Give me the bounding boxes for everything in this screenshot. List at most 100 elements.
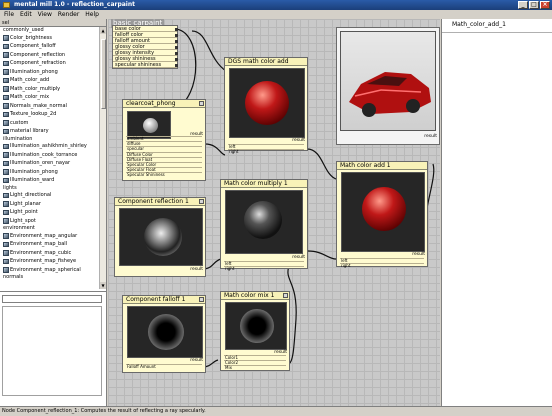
wire <box>204 143 226 156</box>
tree-item-label: Component_reflection <box>10 51 66 58</box>
node-math-color-add[interactable]: Math color add 1 result left right <box>336 161 428 268</box>
node-port-list: left right <box>228 144 304 154</box>
node-title: DGS math color add <box>225 58 307 66</box>
wire <box>306 148 337 180</box>
tree-item[interactable]: Component_falloff <box>0 42 99 51</box>
shader-node-icon <box>3 209 9 215</box>
menu-edit[interactable]: Edit <box>20 10 32 19</box>
output-pin-icon[interactable] <box>175 51 178 55</box>
output-pin-icon[interactable] <box>175 57 178 61</box>
output-pin-icon[interactable] <box>175 45 178 49</box>
node-collapse-icon[interactable] <box>199 101 204 106</box>
node-result: result <box>292 255 305 260</box>
output-pin-icon[interactable] <box>175 27 178 31</box>
tree-item[interactable]: Texture_lookup_2d <box>0 110 99 119</box>
node-input-port[interactable]: right <box>228 149 304 154</box>
app-icon <box>3 2 10 8</box>
menu-file[interactable]: File <box>4 10 14 19</box>
tree-category[interactable]: normals <box>0 274 99 281</box>
output-pin-icon[interactable] <box>175 33 178 37</box>
library-scrollbar[interactable]: ▲ ▼ <box>99 27 106 289</box>
node-input-port[interactable]: right <box>224 266 304 271</box>
node-input-port[interactable]: Falloff Amount <box>126 364 202 369</box>
shader-node-icon <box>3 111 9 117</box>
shader-node-icon <box>3 267 9 273</box>
shader-node-icon <box>3 43 9 49</box>
node-collapse-icon[interactable] <box>199 199 204 204</box>
node-collapse-icon[interactable] <box>199 297 204 302</box>
graph-canvas[interactable]: basic carpaint base color falloff color fa… <box>108 19 440 406</box>
tree-item[interactable]: Light_planar <box>0 200 99 209</box>
node-math-color-multiply[interactable]: Math color multiply 1 result left right <box>220 179 308 271</box>
tree-item-label: Environment_map_ball <box>10 241 68 247</box>
shader-node-icon <box>3 169 9 175</box>
menu-help[interactable]: Help <box>85 10 99 19</box>
tree-item-label: Math_color_multiply <box>10 85 61 92</box>
tree-item[interactable]: Environment_map_angular <box>0 232 99 241</box>
tree-item[interactable]: Illumination_oren_nayar <box>0 159 99 168</box>
tree-item[interactable]: Light_spot <box>0 217 99 226</box>
menu-bar: File Edit View Render Help <box>0 10 552 19</box>
tree-item[interactable]: Component_reflection <box>0 51 99 60</box>
parameter-row[interactable]: specular shininess <box>113 62 178 68</box>
node-result: result <box>190 358 203 363</box>
tree-item-label: Component_falloff <box>10 43 56 49</box>
tree-item-label: Light_directional <box>10 192 52 198</box>
close-button[interactable]: × <box>540 1 550 9</box>
scroll-down-arrow-icon[interactable]: ▼ <box>100 282 106 289</box>
tree-item[interactable]: Math_color_add <box>0 76 99 85</box>
node-input-port[interactable]: Mix <box>224 365 286 370</box>
tree-item[interactable]: Illumination_cook_torrance <box>0 151 99 160</box>
scroll-up-arrow-icon[interactable]: ▲ <box>100 27 106 34</box>
tree-item[interactable]: Math_color_multiply <box>0 85 99 94</box>
tree-item[interactable]: Color_brightness <box>0 34 99 43</box>
node-render-preview[interactable]: result <box>336 27 440 145</box>
node-input-port[interactable]: Specular Shininess <box>126 172 202 177</box>
library-filter-field[interactable] <box>2 295 102 303</box>
tree-item[interactable]: Component_refraction <box>0 59 99 68</box>
node-math-color-mix[interactable]: Math color mix 1 result Color1 Color2 Mix <box>220 291 290 371</box>
node-input-port[interactable]: right <box>340 263 424 268</box>
properties-panel: Math_color_add_1 <box>441 19 552 406</box>
minimize-button[interactable]: _ <box>518 1 528 9</box>
tree-item[interactable]: Environment_map_spherical <box>0 266 99 275</box>
tree-item[interactable]: Illumination_ward <box>0 176 99 185</box>
output-pin-icon[interactable] <box>175 39 178 43</box>
node-clearcoat-phong[interactable]: clearcoat_phong result ambient diffuse spe… <box>122 99 206 181</box>
tree-item-label: Light_spot <box>10 217 36 224</box>
menu-view[interactable]: View <box>38 10 52 19</box>
tree-item[interactable]: Light_point <box>0 208 99 217</box>
tree-item[interactable]: Environment_map_fisheye <box>0 257 99 266</box>
tree-item-label: Illumination_ashikhmin_shirley <box>10 143 87 149</box>
tree-item[interactable]: Illumination_phong <box>0 68 99 77</box>
tree-item[interactable]: Environment_map_cubic <box>0 249 99 258</box>
properties-title: Math_color_add_1 <box>452 21 506 28</box>
node-title: clearcoat_phong <box>123 100 205 108</box>
node-title: Component falloff 1 <box>123 296 205 304</box>
output-pin-icon[interactable] <box>175 63 178 67</box>
tree-item[interactable]: Normals_make_normal <box>0 102 99 111</box>
node-dgs-math-color-add[interactable]: DGS math color add result left right <box>224 57 308 154</box>
node-component-falloff[interactable]: Component falloff 1 result Falloff Amoun… <box>122 295 206 373</box>
node-component-reflection[interactable]: Component reflection 1 result <box>114 197 206 277</box>
maximize-button[interactable]: □ <box>529 1 539 9</box>
preview-sphere <box>144 218 182 256</box>
tree-item[interactable]: custom <box>0 119 99 128</box>
tree-item[interactable]: Environment_map_ball <box>0 240 99 249</box>
tree-item[interactable]: Light_directional <box>0 191 99 200</box>
tree-item-label: Environment_map_spherical <box>10 266 81 273</box>
parameter-list[interactable]: base color falloff color falloff amount glo… <box>112 25 178 69</box>
shader-node-icon <box>3 128 9 134</box>
tree-item[interactable]: Illumination_ashikhmin_shirley <box>0 142 99 151</box>
tree-item[interactable]: material library <box>0 127 99 136</box>
shader-tree: commonly_used Color_brightness Component_f… <box>0 27 99 289</box>
scrollbar-thumb[interactable] <box>101 39 106 109</box>
node-collapse-icon[interactable] <box>283 293 288 298</box>
tree-item[interactable]: Math_color_mix <box>0 93 99 102</box>
preview-sphere <box>362 187 406 231</box>
shader-node-icon <box>3 120 9 126</box>
preview-sphere <box>143 118 158 133</box>
tree-item[interactable]: Illumination_phong <box>0 168 99 177</box>
menu-render[interactable]: Render <box>58 10 79 19</box>
node-title: Component reflection 1 <box>115 198 205 206</box>
